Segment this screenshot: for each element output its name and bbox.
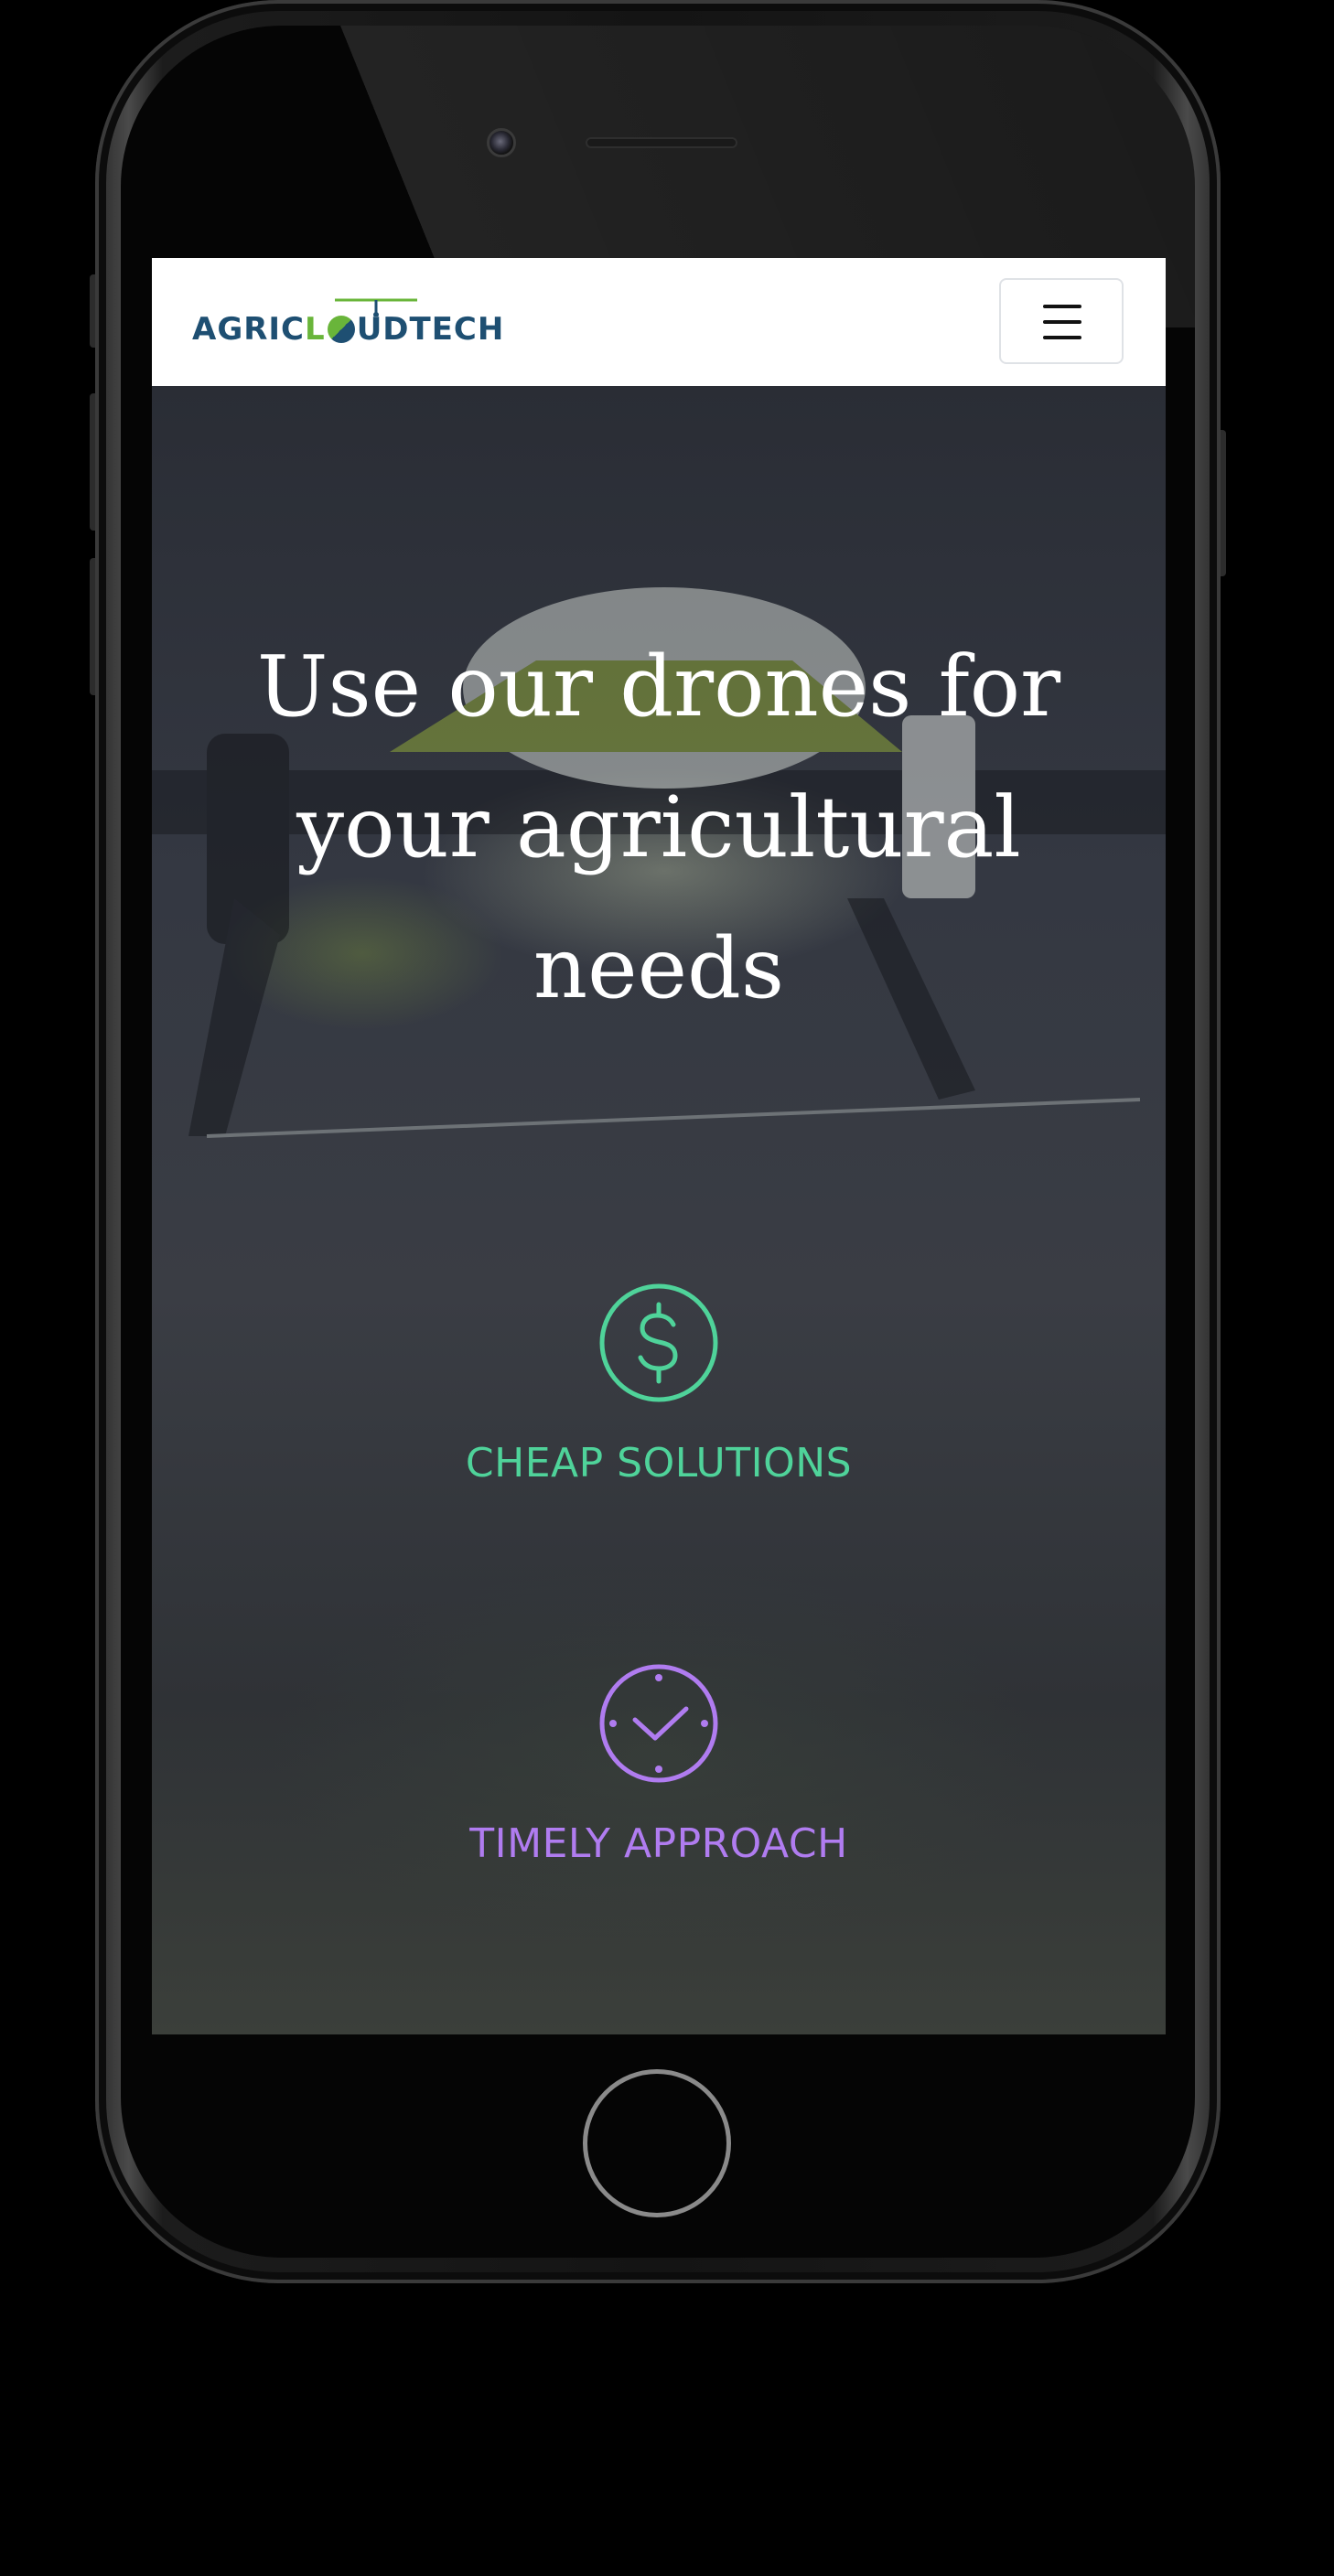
logo-globe-icon — [327, 316, 355, 343]
hero-headline: Use our drones for your agricultural nee… — [170, 617, 1147, 1039]
feature-label-timely-approach: TIMELY APPROACH — [469, 1820, 848, 1867]
feature-label-cheap-solutions: CHEAP SOLUTIONS — [465, 1440, 853, 1487]
logo-wordmark: AGRICL UDTECH — [192, 311, 504, 348]
logo-text-part1: AGRIC — [192, 311, 306, 348]
hamburger-menu-icon-bar — [1043, 320, 1081, 324]
hero-headline-line-1: Use our drones for — [256, 638, 1061, 735]
phone-screen: AGRICL UDTECH Use our drones for your agr… — [152, 258, 1166, 2034]
logo-text-part2: L — [305, 311, 326, 348]
clock-icon — [599, 1664, 718, 1783]
home-button[interactable] — [583, 2069, 731, 2217]
hamburger-menu-icon-bar — [1043, 336, 1081, 339]
earpiece-speaker — [586, 137, 737, 148]
agricloudtech-logo[interactable]: AGRICL UDTECH — [192, 295, 576, 349]
hero-headline-line-3: needs — [533, 919, 785, 1017]
front-camera — [487, 128, 516, 157]
site-header: AGRICL UDTECH — [152, 258, 1166, 386]
mockup-canvas: AGRICL UDTECH Use our drones for your agr… — [0, 0, 1334, 2576]
hamburger-menu-button[interactable] — [999, 278, 1124, 364]
hero-headline-line-2: your agricultural — [296, 778, 1021, 876]
hamburger-menu-icon — [1043, 305, 1081, 308]
dollar-circle-icon — [599, 1283, 718, 1402]
logo-text-part3: UDTECH — [356, 311, 505, 348]
